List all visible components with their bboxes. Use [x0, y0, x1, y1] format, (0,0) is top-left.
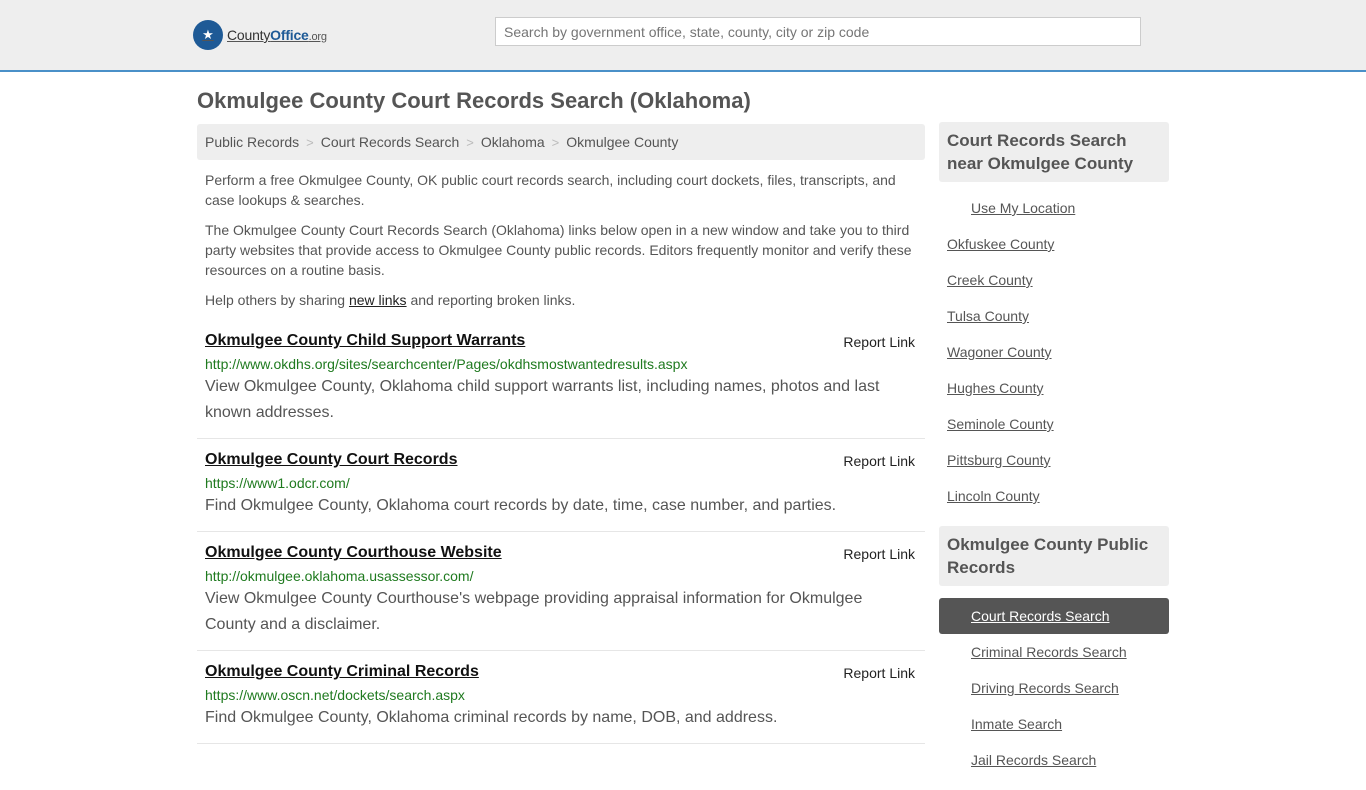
result-description: View Okmulgee County Courthouse's webpag…	[205, 590, 863, 633]
report-link-button[interactable]: Report Link	[843, 332, 915, 352]
report-link-button[interactable]: Report Link	[843, 544, 915, 564]
result-url[interactable]: https://www1.odcr.com/	[205, 473, 915, 493]
sidebar-item-pittsburg: Pittsburg County	[939, 442, 1169, 478]
public-records-list: Court Records Search Criminal Records Se…	[939, 586, 1169, 790]
wagoner-county-link[interactable]: Wagoner County	[947, 344, 1052, 360]
breadcrumb: Public Records > Court Records Search > …	[197, 124, 925, 160]
breadcrumb-court-records-search[interactable]: Court Records Search	[321, 134, 460, 150]
intro-text: Perform a free Okmulgee County, OK publi…	[197, 170, 925, 310]
eagle-seal-icon: ★	[193, 20, 223, 50]
result-title-link[interactable]: Okmulgee County Court Records	[205, 449, 457, 471]
result-item: Okmulgee County Court Records Report Lin…	[197, 449, 925, 532]
jail-records-search-link[interactable]: Jail Records Search	[971, 752, 1096, 768]
sidebar-heading-public-records: Okmulgee County Public Records	[939, 526, 1169, 586]
result-title-link[interactable]: Okmulgee County Criminal Records	[205, 661, 479, 683]
creek-county-link[interactable]: Creek County	[947, 272, 1033, 288]
breadcrumb-separator: >	[466, 134, 474, 150]
sidebar: Court Records Search near Okmulgee Count…	[939, 122, 1169, 790]
result-item: Okmulgee County Criminal Records Report …	[197, 661, 925, 744]
sidebar-item-use-my-location: Use My Location	[939, 190, 1169, 226]
sidebar-heading-nearby: Court Records Search near Okmulgee Count…	[939, 122, 1169, 182]
sidebar-item-seminole: Seminole County	[939, 406, 1169, 442]
sidebar-item-jail-records: Jail Records Search	[939, 742, 1169, 778]
report-link-button[interactable]: Report Link	[843, 663, 915, 683]
sidebar-item-criminal-records: Criminal Records Search	[939, 634, 1169, 670]
main-content: Public Records > Court Records Search > …	[197, 124, 925, 754]
intro-paragraph-disclaimer: The Okmulgee County Court Records Search…	[205, 222, 912, 278]
intro-paragraph-summary: Perform a free Okmulgee County, OK publi…	[205, 172, 896, 208]
result-item: Okmulgee County Courthouse Website Repor…	[197, 542, 925, 651]
pittsburg-county-link[interactable]: Pittsburg County	[947, 452, 1051, 468]
sidebar-item-driving-records: Driving Records Search	[939, 670, 1169, 706]
breadcrumb-okmulgee-county[interactable]: Okmulgee County	[566, 134, 678, 150]
lincoln-county-link[interactable]: Lincoln County	[947, 488, 1040, 504]
okfuskee-county-link[interactable]: Okfuskee County	[947, 236, 1054, 252]
search-input[interactable]	[495, 17, 1141, 46]
result-description: Find Okmulgee County, Oklahoma criminal …	[205, 709, 778, 726]
sidebar-item-wagoner: Wagoner County	[939, 334, 1169, 370]
results-list: Okmulgee County Child Support Warrants R…	[197, 330, 925, 744]
result-url[interactable]: http://okmulgee.oklahoma.usassessor.com/	[205, 566, 915, 586]
sidebar-item-creek: Creek County	[939, 262, 1169, 298]
nearby-county-list: Use My Location Okfuskee County Creek Co…	[939, 182, 1169, 526]
sidebar-item-lincoln: Lincoln County	[939, 478, 1169, 514]
sidebar-item-okfuskee: Okfuskee County	[939, 226, 1169, 262]
driving-records-search-link[interactable]: Driving Records Search	[971, 680, 1119, 696]
site-header: ★ CountyOffice.org	[0, 0, 1366, 72]
breadcrumb-separator: >	[551, 134, 560, 150]
sidebar-item-court-records-active: Court Records Search	[939, 598, 1169, 634]
result-description: View Okmulgee County, Oklahoma child sup…	[205, 378, 880, 421]
sidebar-item-inmate-search: Inmate Search	[939, 706, 1169, 742]
result-title-link[interactable]: Okmulgee County Child Support Warrants	[205, 330, 525, 352]
court-records-search-link[interactable]: Court Records Search	[971, 608, 1110, 624]
logo-wordmark: CountyOffice.org	[227, 27, 327, 43]
breadcrumb-public-records[interactable]: Public Records	[205, 134, 299, 150]
result-url[interactable]: https://www.oscn.net/dockets/search.aspx	[205, 685, 915, 705]
page-title: Okmulgee County Court Records Search (Ok…	[197, 88, 751, 113]
new-links-link[interactable]: new links	[349, 292, 407, 308]
site-logo[interactable]: ★ CountyOffice.org	[193, 20, 327, 50]
breadcrumb-separator: >	[306, 134, 314, 150]
inmate-search-link[interactable]: Inmate Search	[971, 716, 1062, 732]
hughes-county-link[interactable]: Hughes County	[947, 380, 1044, 396]
sidebar-item-tulsa: Tulsa County	[939, 298, 1169, 334]
use-my-location-link[interactable]: Use My Location	[971, 200, 1075, 216]
breadcrumb-oklahoma[interactable]: Oklahoma	[481, 134, 545, 150]
report-link-button[interactable]: Report Link	[843, 451, 915, 471]
tulsa-county-link[interactable]: Tulsa County	[947, 308, 1029, 324]
criminal-records-search-link[interactable]: Criminal Records Search	[971, 644, 1127, 660]
result-item: Okmulgee County Child Support Warrants R…	[197, 330, 925, 439]
result-title-link[interactable]: Okmulgee County Courthouse Website	[205, 542, 502, 564]
result-description: Find Okmulgee County, Oklahoma court rec…	[205, 497, 837, 514]
seminole-county-link[interactable]: Seminole County	[947, 416, 1054, 432]
result-url[interactable]: http://www.okdhs.org/sites/searchcenter/…	[205, 354, 915, 374]
sidebar-item-hughes: Hughes County	[939, 370, 1169, 406]
intro-paragraph-share: Help others by sharing new links and rep…	[205, 292, 576, 308]
